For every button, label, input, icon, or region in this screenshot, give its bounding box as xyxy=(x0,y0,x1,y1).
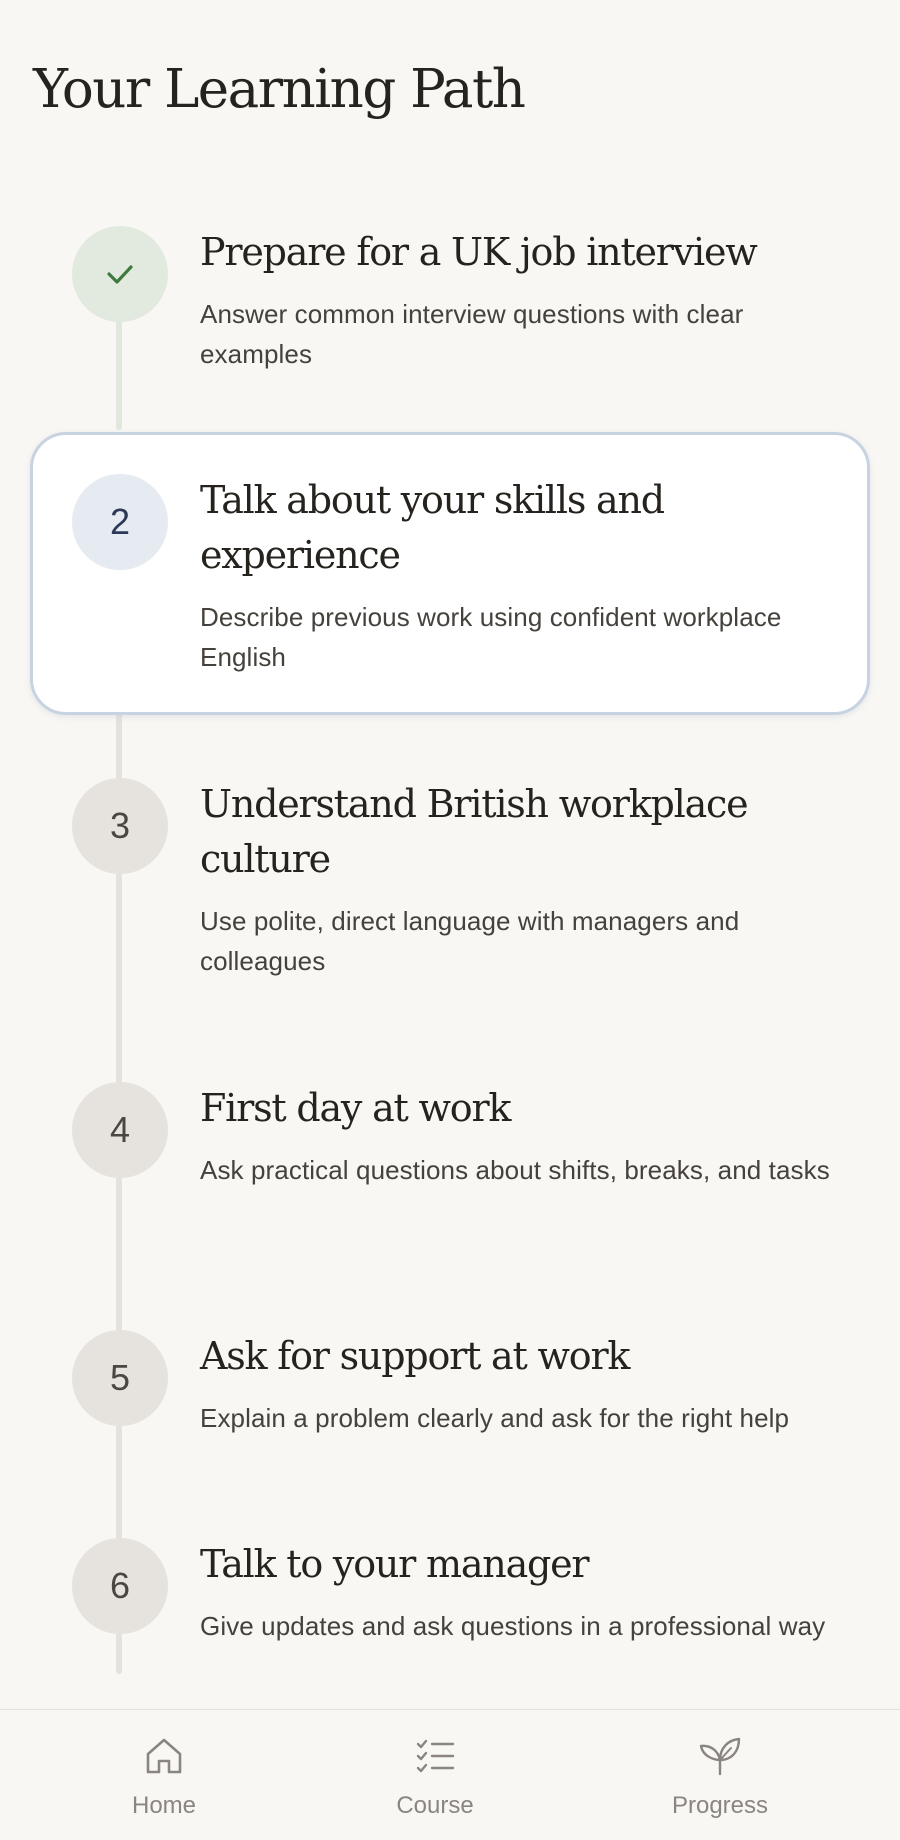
step-description: Explain a problem clearly and ask for th… xyxy=(200,1403,790,1433)
step-description: Ask practical questions about shifts, br… xyxy=(200,1155,830,1185)
home-icon xyxy=(64,1734,264,1778)
step-1-status-circle xyxy=(72,226,168,322)
step-4-number-circle: 4 xyxy=(72,1082,168,1178)
check-icon xyxy=(104,258,136,290)
nav-progress[interactable]: Progress xyxy=(620,1734,820,1820)
timeline-connector-completed xyxy=(116,318,122,430)
nav-home[interactable]: Home xyxy=(64,1734,264,1820)
nav-home-label: Home xyxy=(131,1792,197,1819)
step-title: Talk to your manager xyxy=(200,1542,590,1586)
step-2-lesson[interactable]: Talk about your skills and experience De… xyxy=(200,473,840,677)
nav-course[interactable]: Course xyxy=(335,1734,535,1820)
step-5-lesson[interactable]: Ask for support at work Explain a proble… xyxy=(200,1329,840,1438)
step-description: Give updates and ask questions in a prof… xyxy=(200,1611,826,1641)
leaf-icon xyxy=(620,1734,820,1778)
bottom-nav: Home Course Progress xyxy=(0,1709,900,1840)
step-description: Use polite, direct language with manager… xyxy=(200,906,740,976)
step-3-lesson[interactable]: Understand British workplace culture Use… xyxy=(200,777,840,981)
step-title: Talk about your skills and experience xyxy=(200,478,665,577)
step-4-lesson[interactable]: First day at work Ask practical question… xyxy=(200,1081,840,1190)
nav-course-label: Course xyxy=(396,1792,474,1819)
step-1-lesson[interactable]: Prepare for a UK job interview Answer co… xyxy=(200,225,840,374)
step-title: Ask for support at work xyxy=(200,1334,630,1378)
step-6-lesson[interactable]: Talk to your manager Give updates and as… xyxy=(200,1537,840,1646)
step-title: Understand British workplace culture xyxy=(200,782,749,881)
step-6-number-circle: 6 xyxy=(72,1538,168,1634)
step-description: Answer common interview questions with c… xyxy=(200,299,744,369)
page-title: Your Learning Path xyxy=(33,59,526,120)
step-2-number-circle: 2 xyxy=(72,474,168,570)
step-5-number-circle: 5 xyxy=(72,1330,168,1426)
step-title: Prepare for a UK job interview xyxy=(200,230,758,274)
step-3-number-circle: 3 xyxy=(72,778,168,874)
step-description: Describe previous work using confident w… xyxy=(200,602,782,672)
checklist-icon xyxy=(335,1734,535,1778)
step-title: First day at work xyxy=(200,1086,511,1130)
nav-progress-label: Progress xyxy=(671,1792,769,1819)
